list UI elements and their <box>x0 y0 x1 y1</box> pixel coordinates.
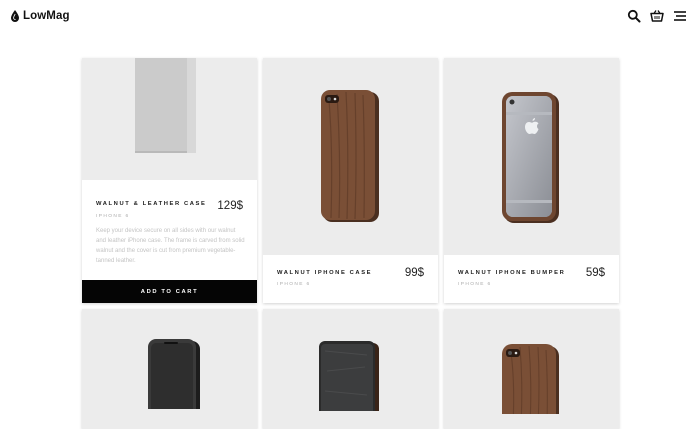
site-header: LowMag <box>0 0 700 32</box>
product-subtitle: iPhone 6 <box>96 214 130 219</box>
product-image[interactable] <box>444 309 619 429</box>
product-details: Walnut iPhone Bumper 59$ iPhone 6 <box>444 255 619 303</box>
product-description: Keep your device secure on all sides wit… <box>96 228 245 264</box>
product-card[interactable]: Walnut iPhone Case 99$ iPhone 6 <box>263 58 438 303</box>
product-card[interactable] <box>444 309 619 429</box>
product-name[interactable]: Walnut & Leather Case <box>96 201 206 207</box>
product-photo <box>502 344 559 414</box>
search-icon[interactable] <box>627 9 641 23</box>
product-details: Walnut iPhone Case 99$ iPhone 6 <box>263 255 438 303</box>
add-to-cart-button[interactable]: Add to cart <box>82 280 257 303</box>
cart-icon[interactable] <box>650 9 664 23</box>
product-name[interactable]: Walnut iPhone Case <box>277 270 372 276</box>
product-photo <box>148 339 200 409</box>
menu-icon[interactable] <box>673 9 687 23</box>
product-image[interactable] <box>263 309 438 429</box>
product-card[interactable]: Walnut & Leather Case 129$ iPhone 6 Keep… <box>82 58 257 303</box>
product-card[interactable]: Walnut iPhone Bumper 59$ iPhone 6 <box>444 58 619 303</box>
product-image[interactable] <box>82 309 257 429</box>
product-photo <box>135 58 196 153</box>
product-price: 99$ <box>404 267 424 279</box>
product-subtitle: iPhone 6 <box>277 282 311 287</box>
product-name[interactable]: Walnut iPhone Bumper <box>458 270 565 276</box>
product-image[interactable] <box>263 58 438 255</box>
product-card[interactable] <box>263 309 438 429</box>
brand-name: LowMag <box>23 10 70 22</box>
product-photo <box>321 90 379 222</box>
product-price: 129$ <box>217 200 243 212</box>
product-photo <box>319 341 379 411</box>
logo-drop-icon <box>11 10 19 22</box>
product-image[interactable] <box>82 58 257 180</box>
product-subtitle: iPhone 6 <box>458 282 492 287</box>
product-image[interactable] <box>444 58 619 255</box>
product-price: 59$ <box>585 267 605 279</box>
brand-logo[interactable]: LowMag <box>11 7 70 25</box>
product-card[interactable] <box>82 309 257 429</box>
product-photo <box>502 92 559 223</box>
